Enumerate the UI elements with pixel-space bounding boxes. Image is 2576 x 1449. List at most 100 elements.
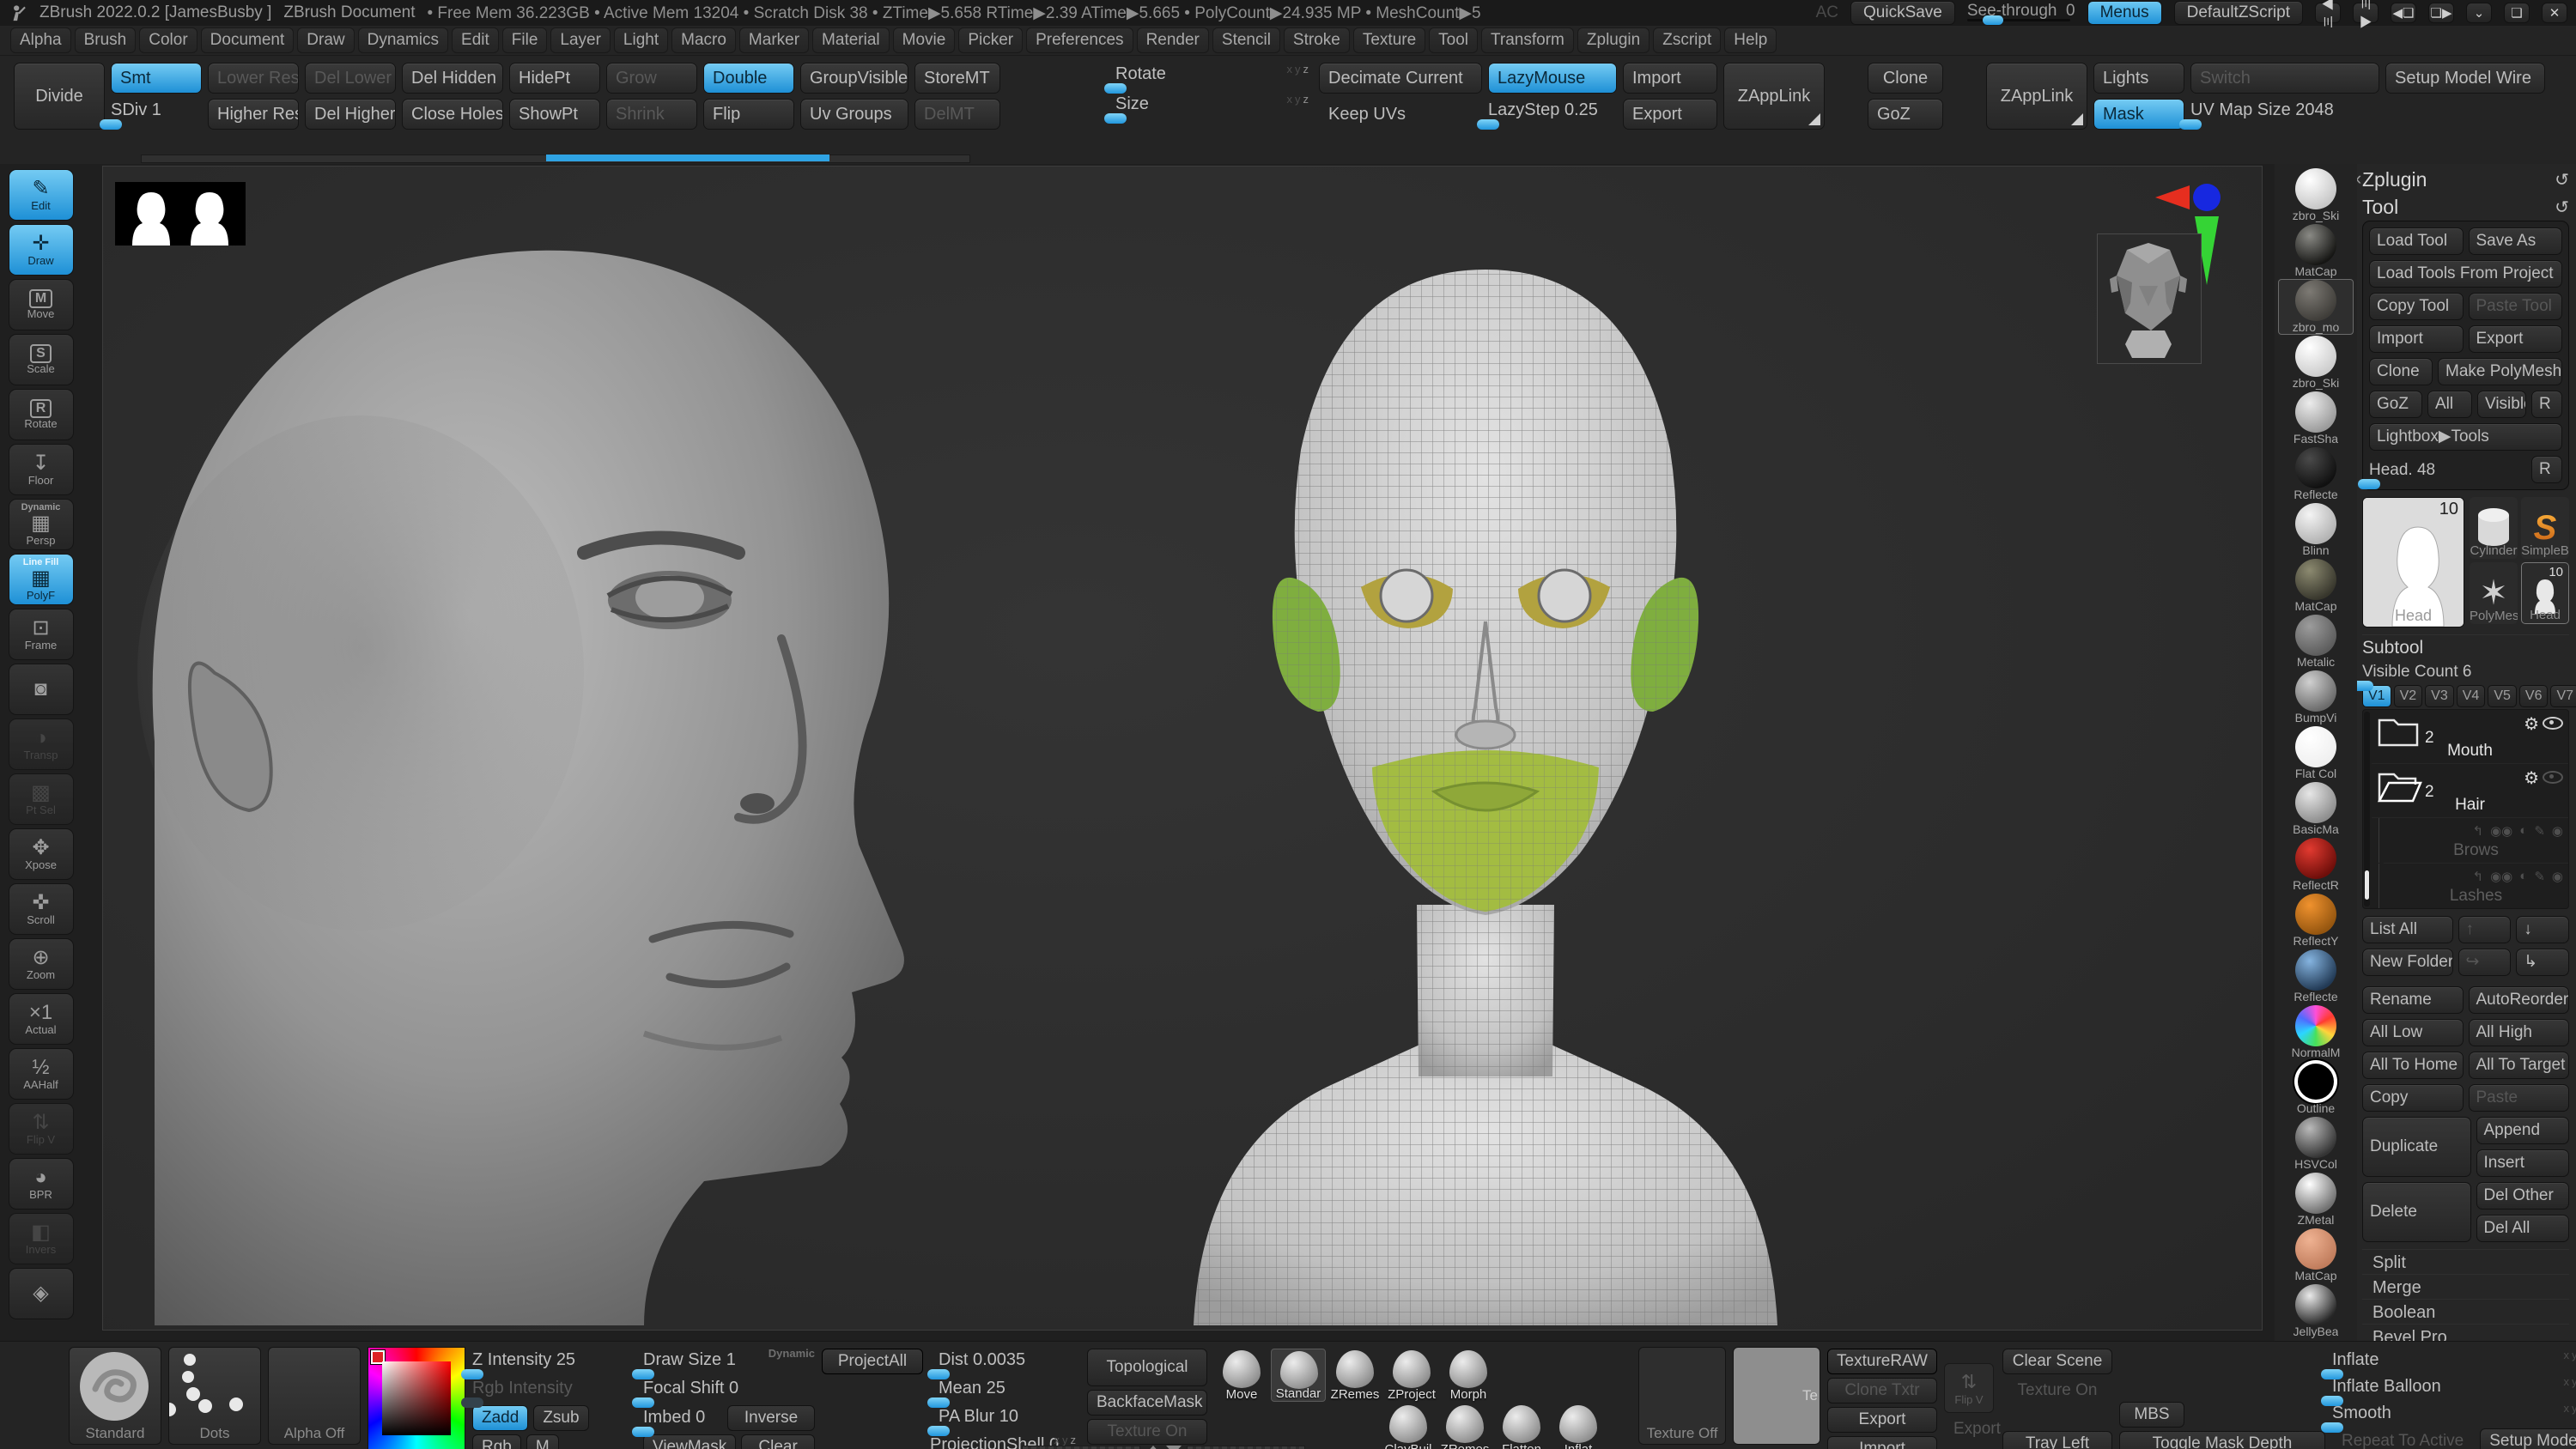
mask-toggle[interactable]: Mask (2093, 99, 2184, 130)
canvas-scrollbar[interactable] (1022, 1445, 1305, 1449)
slider-knob[interactable] (1477, 119, 1499, 130)
lights-button[interactable]: Lights (2093, 63, 2184, 94)
brush-shortcut[interactable]: ZProject (1384, 1349, 1439, 1402)
mask-icon[interactable]: ◐ (2519, 869, 2527, 884)
menu-item[interactable]: Color (139, 27, 197, 53)
rename-button[interactable]: Rename (2362, 986, 2464, 1014)
m-toggle[interactable]: M (526, 1434, 559, 1449)
menu-item[interactable]: Tool (1429, 27, 1479, 53)
repeat-to-active-button[interactable]: Repeat To Active (2332, 1428, 2473, 1449)
smt-toggle[interactable]: Smt (111, 63, 202, 94)
grow-button[interactable]: Grow (606, 63, 697, 94)
all-to-home-button[interactable]: All To Home (2362, 1052, 2464, 1079)
default-zscript-button[interactable]: DefaultZScript (2173, 1, 2303, 25)
sculpt-viewport[interactable] (82, 164, 2275, 1341)
menu-item[interactable]: Transform (1481, 27, 1574, 53)
view-v7-button[interactable]: V7 (2550, 685, 2576, 707)
sdiv-slider[interactable]: SDiv 1 (100, 99, 202, 130)
inflate-slider[interactable]: xyz Inflate (2321, 1349, 2576, 1379)
stroke-tile[interactable]: Dots (168, 1347, 261, 1445)
clear-mask-button[interactable]: Clear (741, 1434, 815, 1449)
tool-palette-header[interactable]: Tool ↺ (2362, 193, 2569, 221)
rotate-icon[interactable]: R Rotate (8, 389, 74, 440)
brush-icon[interactable]: ✎ (2534, 869, 2545, 884)
material-swatch[interactable]: MatCap (2278, 223, 2354, 279)
clone-button[interactable]: Clone (2369, 358, 2433, 385)
mbs-button[interactable]: MBS (2119, 1402, 2184, 1428)
backfacemask-button[interactable]: BackfaceMask (1087, 1390, 1207, 1416)
double-toggle[interactable]: Double (703, 63, 794, 94)
delmt-button[interactable]: DelMT (914, 99, 1000, 130)
save-as-button[interactable]: Save As (2468, 227, 2562, 255)
xyz-axis-labels[interactable]: xyz (2564, 1375, 2576, 1388)
xyz-axis-labels[interactable]: xyz (2564, 1349, 2576, 1361)
mask-icon[interactable]: ◐ (2519, 823, 2527, 839)
storemt-button[interactable]: StoreMT (914, 63, 1000, 94)
material-swatch[interactable]: FastSha (2278, 391, 2354, 446)
material-swatch[interactable]: MatCap (2278, 1228, 2354, 1283)
hidept-button[interactable]: HidePt (509, 63, 600, 94)
menu-item[interactable]: Stencil (1212, 27, 1280, 53)
visibility-eye-icon[interactable] (2543, 717, 2563, 730)
imbed-slider[interactable]: Imbed 0 (632, 1406, 722, 1437)
subtool-row-brows[interactable]: ↰ ◉◉ ◐ ✎ ◉ Brows (2379, 818, 2568, 864)
import-button[interactable]: Import (2369, 325, 2464, 353)
setup-model-wire-button[interactable]: Setup Model Wire (2385, 63, 2545, 94)
goz-button[interactable]: GoZ (1868, 99, 1943, 130)
rotate-slider[interactable]: xyz Rotate (1104, 63, 1313, 94)
divide-button[interactable]: Divide (14, 63, 105, 130)
decimate-current-button[interactable]: Decimate Current (1319, 63, 1482, 94)
view-v6-button[interactable]: V6 (2518, 685, 2549, 707)
visible-count-slider[interactable]: Visible Count 6 (2357, 661, 2569, 691)
material-swatch[interactable]: BumpVi (2278, 670, 2354, 725)
polyframe-icon[interactable]: Line Fill ▦ PolyF (8, 554, 74, 605)
goz-all-button[interactable]: All (2427, 391, 2472, 418)
current-brush-tile[interactable]: Standard (69, 1347, 161, 1445)
topological-button[interactable]: Topological (1087, 1349, 1207, 1386)
view-v2-button[interactable]: V2 (2393, 685, 2423, 707)
inflate-balloon-slider[interactable]: xyz Inflate Balloon (2321, 1375, 2576, 1406)
lazystep-slider[interactable]: LazyStep 0.25 (1477, 99, 1617, 130)
menu-item[interactable]: Dynamics (357, 27, 449, 53)
menu-item[interactable]: Texture (1352, 27, 1426, 53)
higher-res-button[interactable]: Higher Res (208, 99, 299, 130)
menu-item[interactable]: Preferences (1026, 27, 1133, 53)
make-polymesh3d-button[interactable]: Make PolyMesh3D (2438, 358, 2562, 385)
lazymouse-toggle[interactable]: LazyMouse (1488, 63, 1617, 94)
texture-on-dim-button[interactable]: Texture On (2002, 1378, 2112, 1404)
insert-button[interactable]: Insert (2476, 1149, 2569, 1177)
brush-shortcut[interactable]: Morph (1441, 1349, 1496, 1402)
edit-icon[interactable]: ✎ Edit (8, 169, 74, 221)
menu-item[interactable]: Alpha (10, 27, 71, 53)
wireframe-head-model[interactable] (1142, 218, 1829, 1325)
flip-button[interactable]: Flip (703, 99, 794, 130)
material-swatch[interactable]: ReflectY (2278, 893, 2354, 949)
shift-icon[interactable]: ↰ (2473, 869, 2484, 884)
menus-toggle-button[interactable]: Menus (2087, 1, 2162, 25)
cylinder-tool-thumbnail[interactable]: Cylinder (2470, 497, 2518, 559)
view-v4-button[interactable]: V4 (2456, 685, 2486, 707)
color-picker[interactable] (368, 1347, 465, 1449)
export-button[interactable]: Export (2468, 325, 2562, 353)
material-swatch[interactable]: Reflecte (2278, 949, 2354, 1004)
collapse-panel-icon[interactable]: ‹ (2357, 167, 2361, 190)
see-through-slider[interactable]: See-through 0 (1966, 3, 2075, 25)
tray-left-toggle-icon[interactable]: ◀〣 (2315, 0, 2341, 30)
switch-button[interactable]: Switch (2190, 63, 2379, 94)
brush-shortcut[interactable]: Standar (1271, 1349, 1326, 1402)
toggle-mask-depth-button[interactable]: Toggle Mask Depth (2119, 1431, 2325, 1449)
timeline-strip[interactable] (0, 152, 2576, 164)
material-swatch[interactable]: zbro_Ski (2278, 335, 2354, 391)
append-button[interactable]: Append (2476, 1117, 2569, 1144)
gear-icon[interactable]: ⚙ (2524, 767, 2539, 789)
timeline-progress[interactable] (546, 155, 829, 161)
brush-shortcut[interactable]: ZRemes (1327, 1349, 1382, 1402)
cube-icon[interactable]: ◈ (8, 1268, 74, 1319)
xyz-axis-labels[interactable]: xyz (2564, 1402, 2576, 1415)
draw-icon[interactable]: ✛ Draw (8, 224, 74, 276)
material-swatch[interactable]: Blinn (2278, 502, 2354, 558)
keep-uvs-toggle[interactable]: Keep UVs (1319, 99, 1482, 130)
section-header[interactable]: Merge (2362, 1274, 2569, 1299)
subtool-row-hair[interactable]: 2 ⚙ Hair (2372, 764, 2568, 818)
del-lower-button[interactable]: Del Lower (305, 63, 396, 94)
